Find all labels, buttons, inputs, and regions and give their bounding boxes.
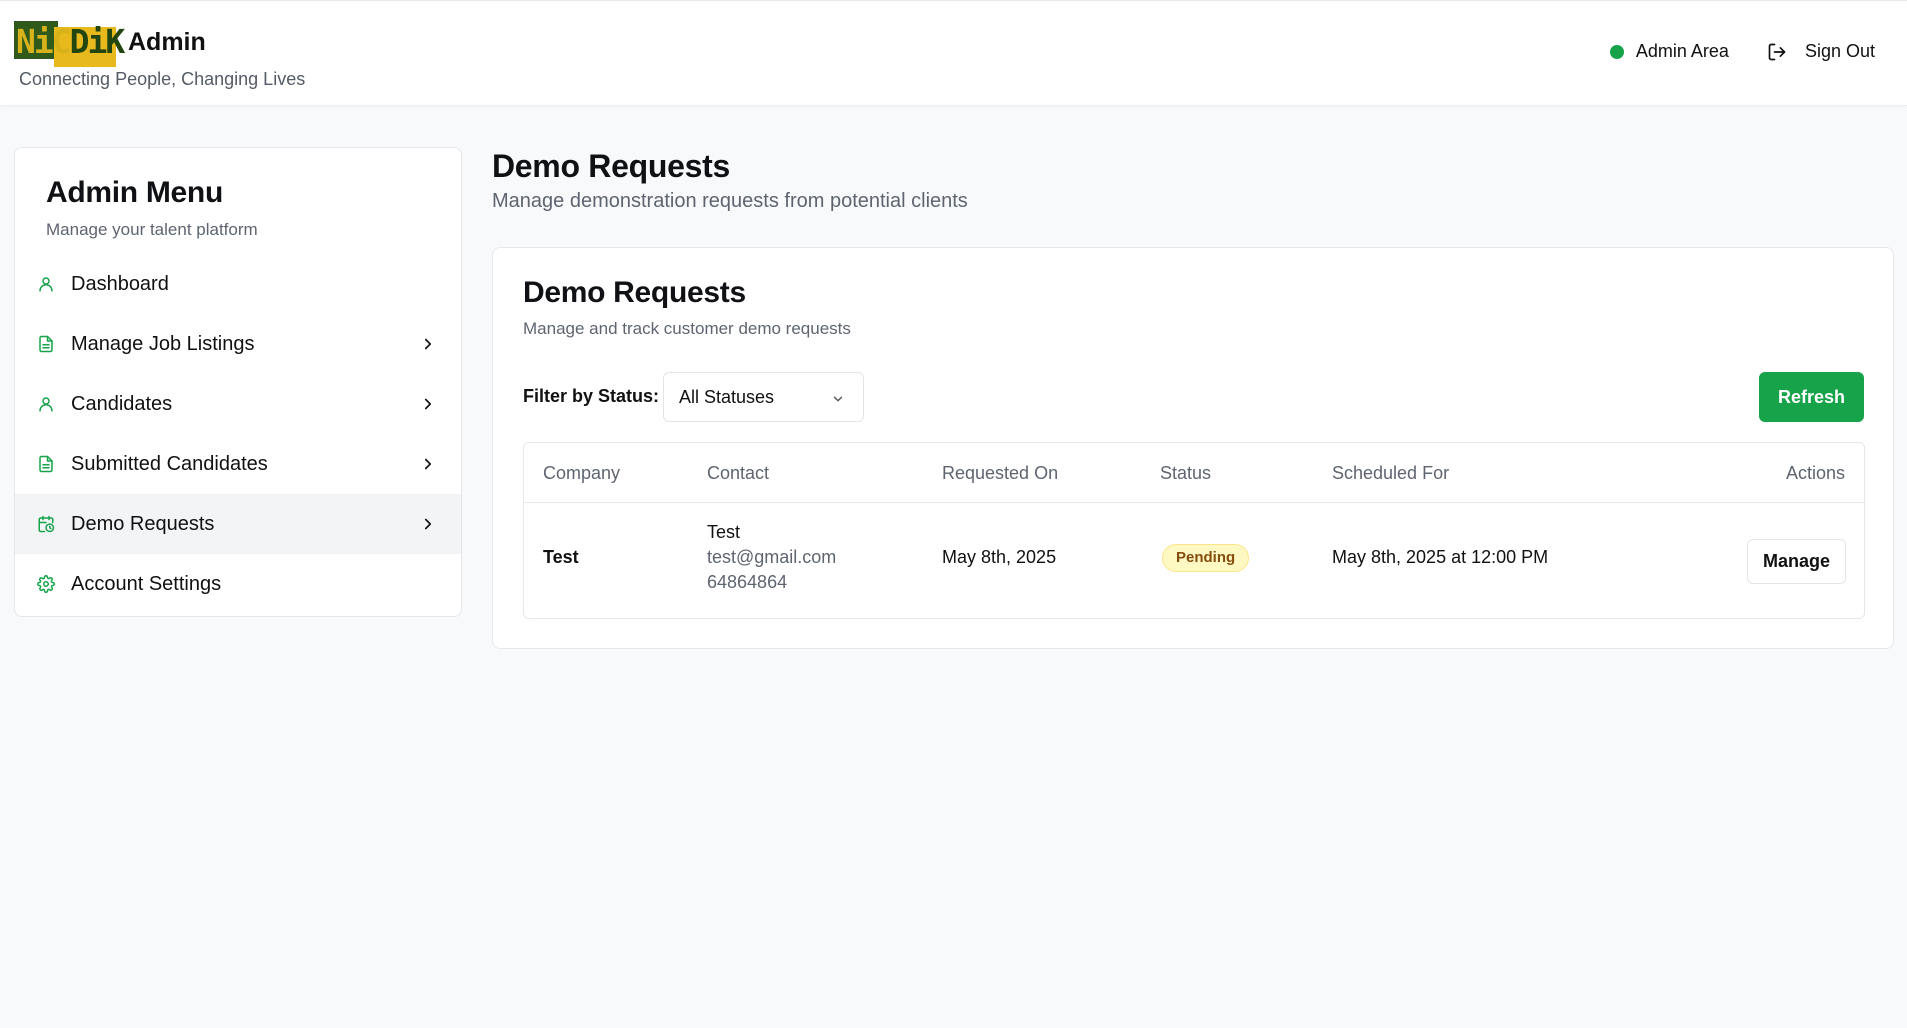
sidebar-item-manage-job-listings[interactable]: Manage Job Listings <box>15 314 461 374</box>
filter-label: Filter by Status: <box>523 386 660 406</box>
status-badge: Pending <box>1162 544 1250 572</box>
column-header-scheduled-for[interactable]: Scheduled For <box>1332 463 1449 484</box>
header-divider <box>524 502 1864 503</box>
cell-scheduled-for: May 8th, 2025 at 12:00 PM <box>1332 547 1549 567</box>
card-subtitle: Manage and track customer demo requests <box>523 319 851 338</box>
refresh-button[interactable]: Refresh <box>1759 372 1864 422</box>
document-icon <box>37 335 55 353</box>
header-actions: Admin Area Sign Out <box>1609 41 1875 62</box>
sidebar-item-label: Demo Requests <box>71 512 215 535</box>
sidebar-item-dashboard[interactable]: Dashboard <box>15 254 461 314</box>
column-header-requested-on[interactable]: Requested On <box>942 463 1058 484</box>
sidebar-item-label: Candidates <box>71 392 173 415</box>
manage-button[interactable]: Manage <box>1747 539 1846 584</box>
cell-company: Test <box>543 547 579 567</box>
sidebar-item-submitted-candidates[interactable]: Submitted Candidates <box>15 434 461 494</box>
sidebar-item-account-settings[interactable]: Account Settings <box>15 554 461 614</box>
chevron-right-icon <box>424 338 432 350</box>
sign-out-icon <box>1768 43 1786 60</box>
sidebar-item-candidates[interactable]: Candidates <box>15 374 461 434</box>
cell-contact-phone: 64864864 <box>707 572 788 592</box>
sidebar-item-label: Account Settings <box>71 572 222 595</box>
page-title: Demo Requests <box>492 148 730 184</box>
cell-contact-email: test@gmail.com <box>707 547 837 567</box>
top-header: NiCDiK Admin Connecting People, Changing… <box>0 0 1907 106</box>
sign-out-button[interactable]: Sign Out <box>1767 41 1875 62</box>
sidebar-item-label: Manage Job Listings <box>71 332 255 355</box>
sidebar-item-label: Dashboard <box>71 272 169 295</box>
chevron-down-icon <box>833 396 843 402</box>
sidebar-item-demo-requests[interactable]: Demo Requests <box>15 494 461 554</box>
column-header-status[interactable]: Status <box>1160 463 1211 484</box>
sidebar-title: Admin Menu <box>46 176 223 209</box>
column-header-company[interactable]: Company <box>543 463 620 484</box>
company-logo: NiCDiK <box>14 19 125 67</box>
cell-contact-name: Test <box>707 522 741 542</box>
chevron-right-icon <box>424 518 432 530</box>
chevron-right-icon <box>424 398 432 410</box>
admin-sidebar: Admin Menu Manage your talent platform D… <box>14 147 462 617</box>
app-title: Admin <box>128 27 206 56</box>
sidebar-menu: Dashboard Manage Job Listings Candidates… <box>15 254 461 614</box>
column-header-actions: Actions <box>1785 463 1845 483</box>
logo-text: NiCDiK <box>14 19 126 65</box>
column-header-contact[interactable]: Contact <box>707 463 769 484</box>
sign-out-label: Sign Out <box>1804 41 1875 61</box>
logo-text-a: NiC <box>16 22 72 61</box>
chevron-right-icon <box>424 458 432 470</box>
sidebar-item-label: Submitted Candidates <box>71 452 268 475</box>
demo-requests-card: Demo Requests Manage and track customer … <box>492 247 1894 649</box>
admin-area-label: Admin Area <box>1635 41 1729 61</box>
brand[interactable]: NiCDiK Admin <box>14 19 206 67</box>
cell-requested-on: May 8th, 2025 <box>942 547 1057 567</box>
card-title: Demo Requests <box>523 276 746 309</box>
status-filter-select[interactable]: All Statuses <box>663 372 864 422</box>
user-icon <box>37 275 55 293</box>
calendar-clock-icon <box>37 515 55 533</box>
user-icon <box>37 395 55 413</box>
logo-text-b: DiK <box>69 22 126 61</box>
demo-requests-table: Company Contact Requested On Status Sche… <box>523 442 1865 619</box>
status-filter-value: All Statuses <box>679 386 775 407</box>
gear-icon <box>37 575 55 593</box>
page-subtitle: Manage demonstration requests from poten… <box>492 190 968 212</box>
status-dot-icon <box>1609 44 1624 59</box>
tagline: Connecting People, Changing Lives <box>19 69 306 89</box>
document-icon <box>37 455 55 473</box>
sidebar-subtitle: Manage your talent platform <box>46 220 258 239</box>
